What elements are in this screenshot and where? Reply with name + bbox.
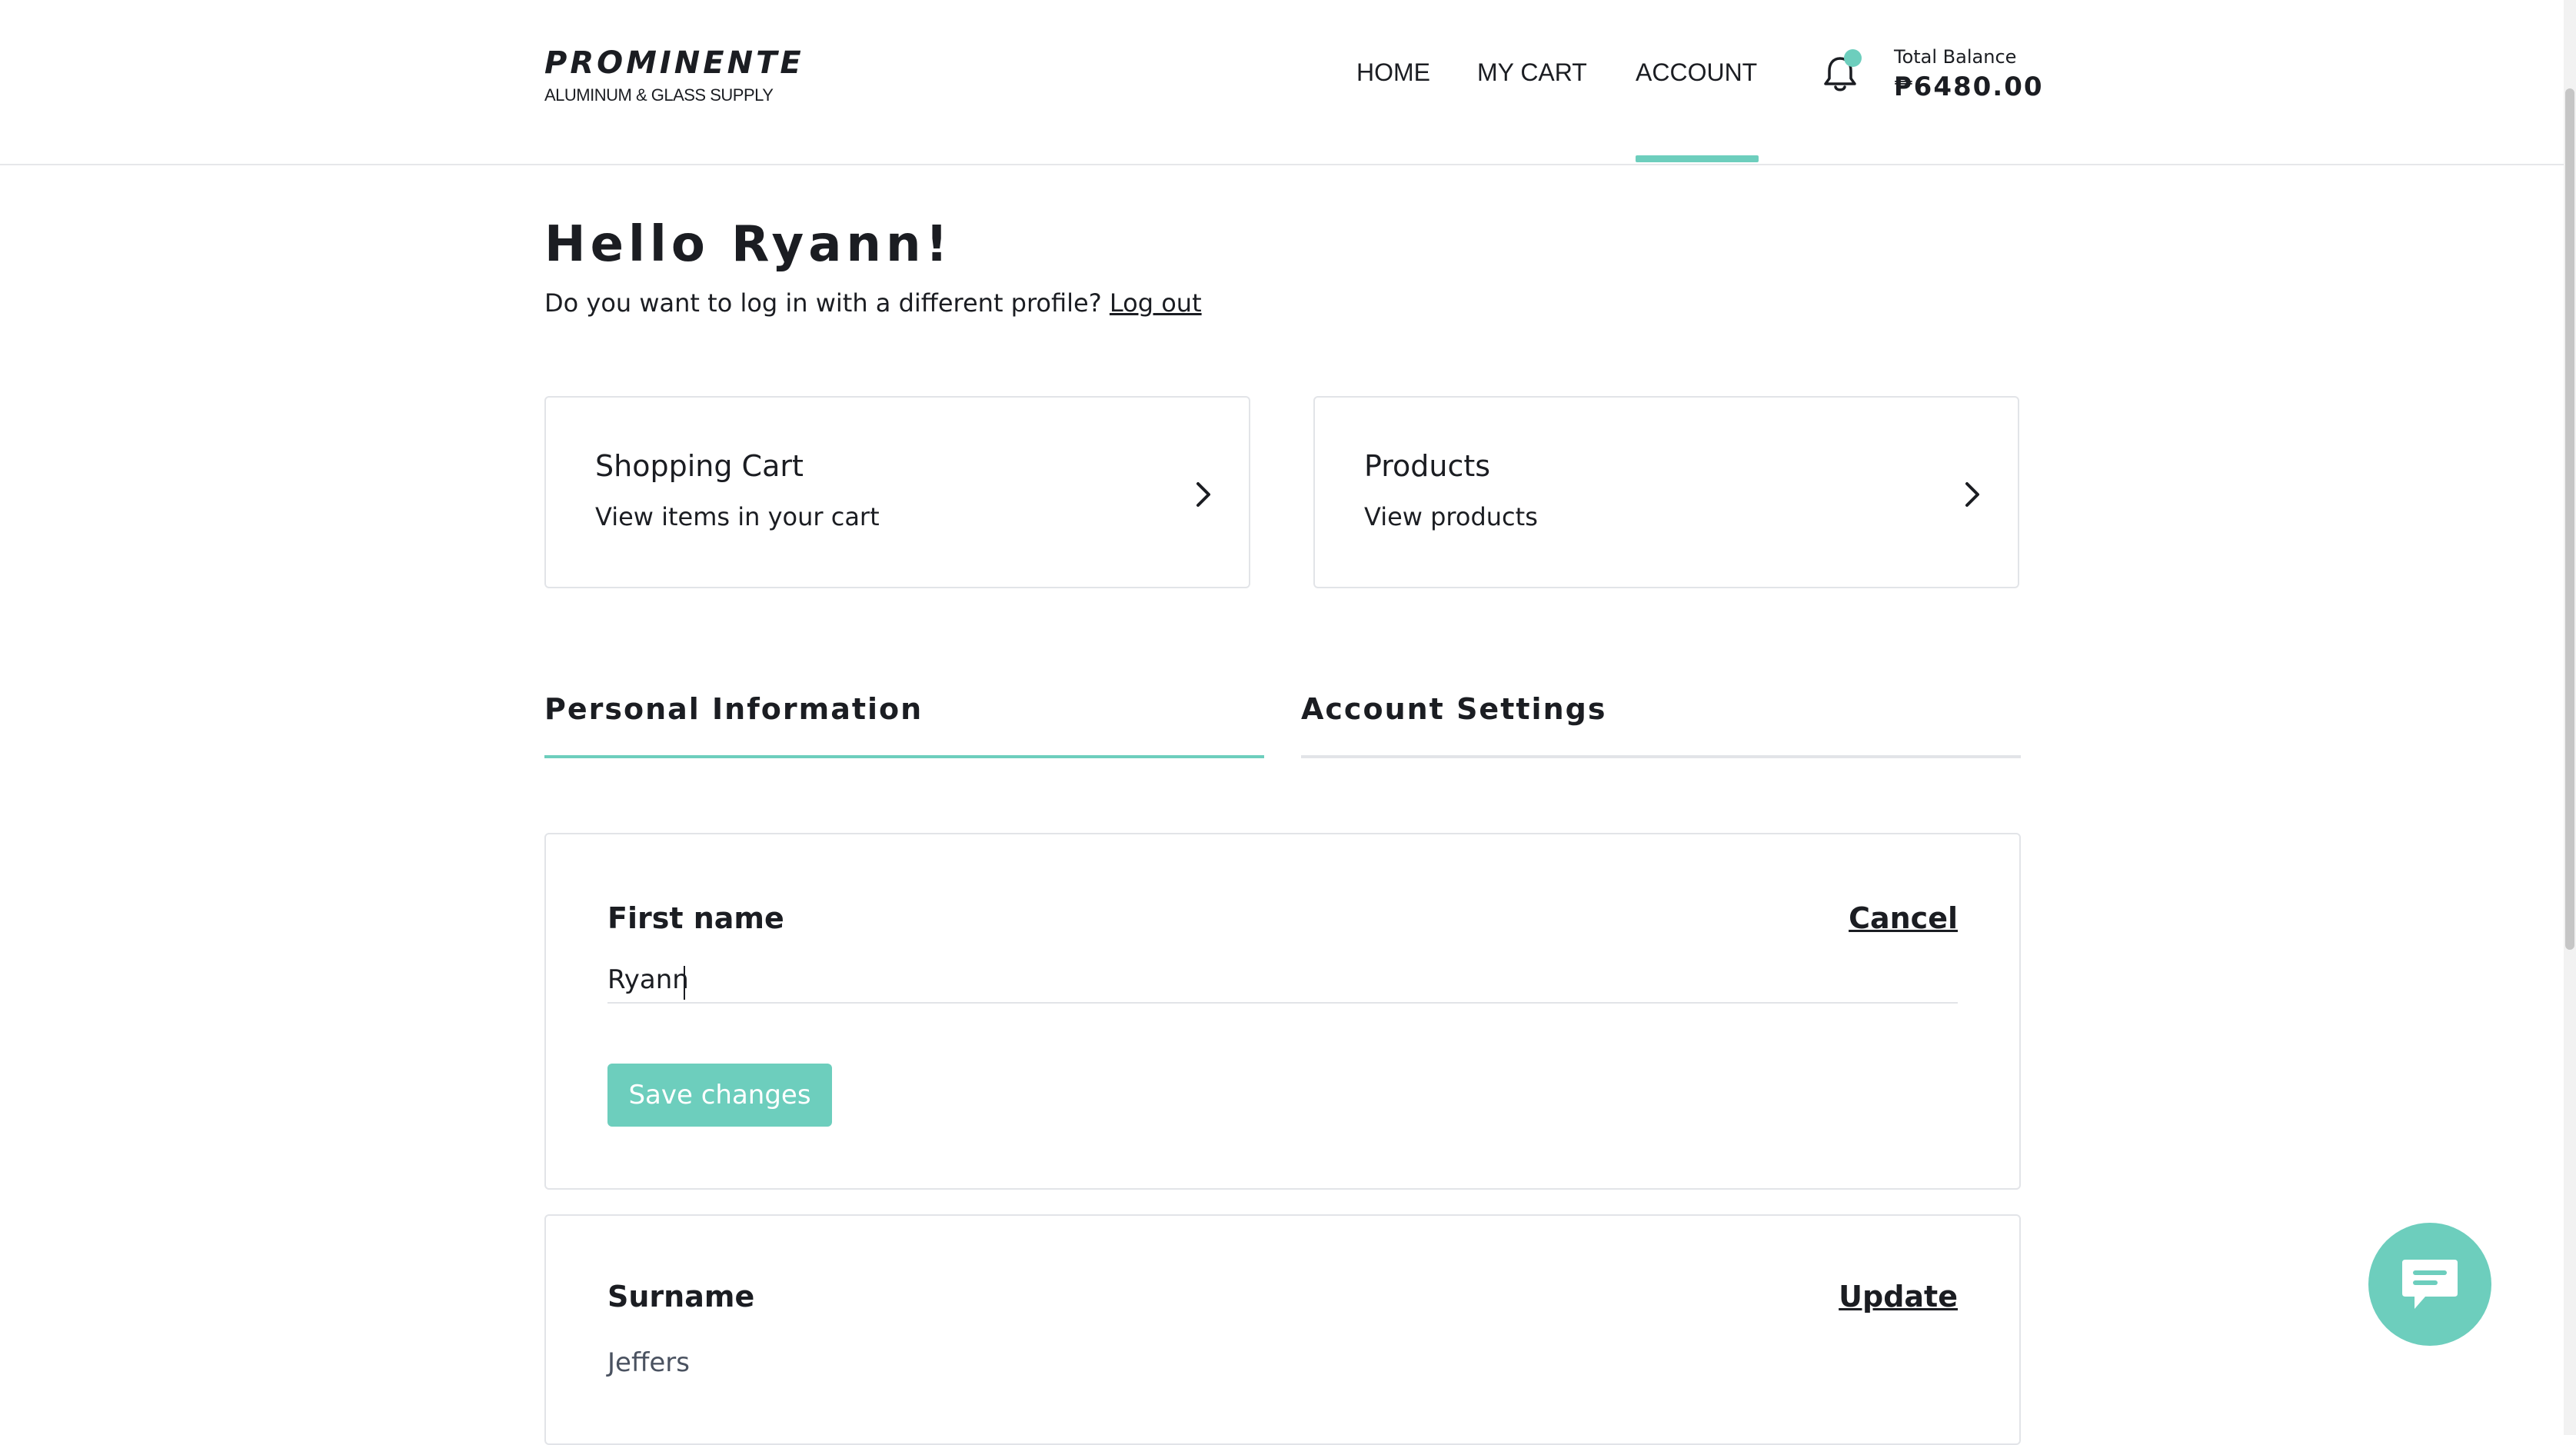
nav-home-link[interactable]: HOME (1356, 52, 1430, 92)
first-name-cancel-link[interactable]: Cancel (1849, 899, 1958, 937)
tab-account-settings[interactable]: Account Settings (1301, 689, 1606, 729)
logout-prompt: Do you want to log in with a different p… (544, 285, 1202, 321)
text-caret (684, 966, 685, 1000)
first-name-label: First name (607, 901, 784, 935)
shopping-cart-card-subtitle: View items in your cart (595, 502, 880, 531)
products-card-title: Products (1364, 449, 1491, 483)
nav-account-link[interactable]: ACCOUNT (1636, 52, 1757, 92)
brand-tagline: ALUMINUM & GLASS SUPPLY (544, 85, 774, 105)
first-name-input[interactable] (607, 957, 1958, 1004)
balance-label: Total Balance (1894, 46, 2017, 68)
tab-personal-information-indicator (544, 755, 1264, 758)
surname-label: Surname (607, 1280, 755, 1313)
nav-active-indicator (1636, 155, 1759, 162)
nav-my-cart-link[interactable]: MY CART (1477, 52, 1587, 92)
chevron-right-icon (1196, 482, 1210, 507)
brand-name: PROMINENTE (544, 45, 804, 81)
notification-dot (1844, 49, 1862, 67)
shopping-cart-card[interactable]: Shopping Cart View items in your cart (544, 396, 1250, 588)
chat-button[interactable] (2368, 1223, 2491, 1346)
logout-link[interactable]: Log out (1110, 288, 1202, 318)
balance-value: ₱6480.00 (1894, 72, 2044, 102)
page-scrollbar-thumb[interactable] (2565, 88, 2574, 950)
chevron-right-icon (1965, 482, 1979, 507)
brand-logo[interactable]: PROMINENTE ALUMINUM & GLASS SUPPLY (544, 43, 804, 106)
products-card-subtitle: View products (1364, 502, 1538, 531)
tab-account-settings-indicator (1301, 755, 2021, 758)
save-changes-button[interactable]: Save changes (607, 1064, 832, 1127)
greeting-title: Hello Ryann! (544, 216, 953, 273)
shopping-cart-card-title: Shopping Cart (595, 449, 804, 483)
logout-question: Do you want to log in with a different p… (544, 288, 1102, 318)
top-navbar: PROMINENTE ALUMINUM & GLASS SUPPLY HOME … (0, 0, 2564, 165)
surname-update-link[interactable]: Update (1839, 1277, 1958, 1316)
chat-bubble-icon (2402, 1260, 2458, 1309)
tab-personal-information[interactable]: Personal Information (544, 689, 923, 729)
first-name-section: First name Cancel Save changes (544, 833, 2021, 1190)
surname-section: Surname Update Jeffers (544, 1214, 2021, 1445)
surname-value: Jeffers (607, 1347, 690, 1378)
products-card[interactable]: Products View products (1313, 396, 2019, 588)
